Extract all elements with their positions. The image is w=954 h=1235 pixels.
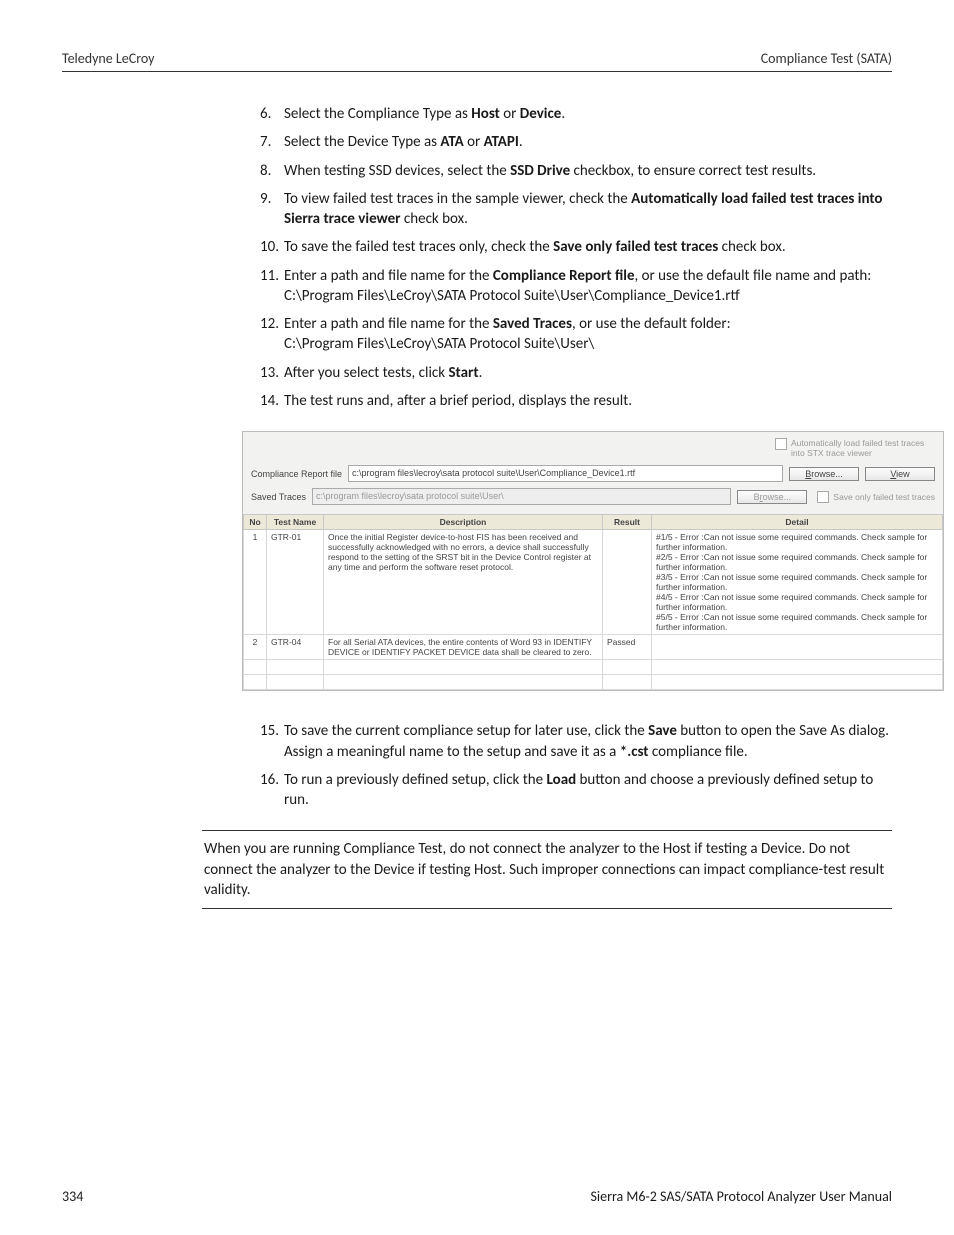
- browse-button-2[interactable]: Browse...: [737, 490, 807, 504]
- footer-title: Sierra M6-2 SAS/SATA Protocol Analyzer U…: [590, 1188, 892, 1205]
- table-row: 2GTR-04For all Serial ATA devices, the e…: [244, 635, 943, 660]
- page-footer: 334 Sierra M6-2 SAS/SATA Protocol Analyz…: [62, 1188, 892, 1205]
- instruction-list-2: 15.To save the current compliance setup …: [62, 721, 892, 810]
- list-item: 15.To save the current compliance setup …: [260, 721, 892, 762]
- col-description: Description: [324, 515, 603, 530]
- list-item: 9.To view failed test traces in the samp…: [260, 189, 892, 230]
- list-item: 14.The test runs and, after a brief peri…: [260, 391, 892, 411]
- save-only-checkbox[interactable]: Save only failed test traces: [813, 491, 935, 503]
- auto-load-checkbox[interactable]: Automatically load failed test traces in…: [775, 438, 935, 458]
- report-file-input[interactable]: c:\program files\lecroy\sata protocol su…: [348, 465, 783, 482]
- report-file-label: Compliance Report file: [251, 469, 342, 479]
- table-row: 1GTR-01Once the initial Register device-…: [244, 530, 943, 635]
- list-item: 10.To save the failed test traces only, …: [260, 237, 892, 257]
- page-header: Teledyne LeCroy Compliance Test (SATA): [62, 50, 892, 72]
- col-result: Result: [603, 515, 652, 530]
- browse-button-1[interactable]: Browse...: [789, 467, 859, 481]
- list-item: 8.When testing SSD devices, select the S…: [260, 161, 892, 181]
- results-table: No Test Name Description Result Detail 1…: [243, 514, 943, 690]
- list-item: 11.Enter a path and file name for the Co…: [260, 266, 892, 307]
- list-item: 13.After you select tests, click Start.: [260, 363, 892, 383]
- col-test-name: Test Name: [267, 515, 324, 530]
- results-panel: Automatically load failed test traces in…: [242, 431, 944, 691]
- page-number: 334: [62, 1188, 83, 1205]
- col-no: No: [244, 515, 267, 530]
- list-item: 12.Enter a path and file name for the Sa…: [260, 314, 892, 355]
- instruction-list-1: 6.Select the Compliance Type as Host or …: [62, 104, 892, 411]
- list-item: 16.To run a previously defined setup, cl…: [260, 770, 892, 811]
- list-item: 6.Select the Compliance Type as Host or …: [260, 104, 892, 124]
- warning-note: When you are running Compliance Test, do…: [202, 830, 892, 909]
- saved-traces-input[interactable]: c:\program files\lecroy\sata protocol su…: [312, 488, 731, 505]
- header-right: Compliance Test (SATA): [761, 50, 892, 67]
- view-button[interactable]: View: [865, 467, 935, 481]
- list-item: 7.Select the Device Type as ATA or ATAPI…: [260, 132, 892, 152]
- saved-traces-label: Saved Traces: [251, 492, 306, 502]
- col-detail: Detail: [652, 515, 943, 530]
- header-left: Teledyne LeCroy: [62, 50, 155, 67]
